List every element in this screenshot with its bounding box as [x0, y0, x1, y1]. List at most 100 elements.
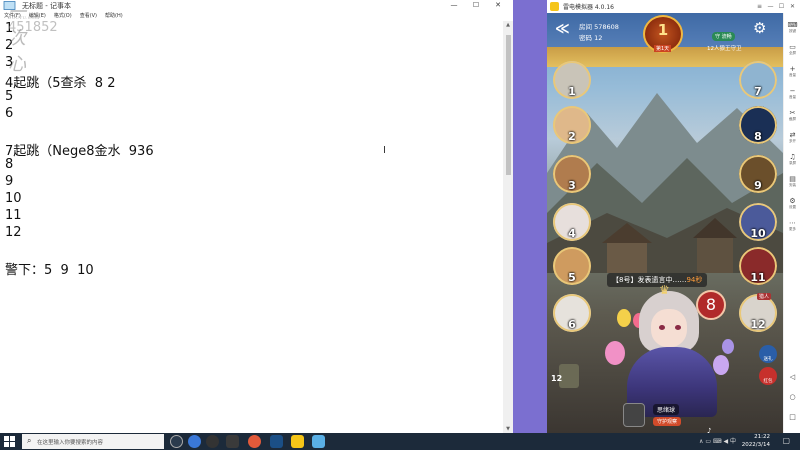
nav-recents-button[interactable]: □ — [784, 413, 800, 421]
obs-icon[interactable] — [206, 435, 219, 448]
countdown-seconds: 94秒 — [686, 276, 703, 284]
volume-down-button[interactable]: − 音量 — [784, 87, 800, 99]
side-action-icons: 送礼 红包 — [759, 345, 781, 389]
player-seat-3[interactable]: 3 — [553, 155, 591, 193]
emulator-titlebar[interactable]: 雷电模拟器 4.0.16 ≡ — ☐ ✕ — [547, 0, 800, 13]
close-button[interactable]: ✕ — [487, 0, 509, 11]
crown-icon: ♛ — [659, 283, 670, 297]
menu-button[interactable]: ≡ — [754, 0, 765, 13]
balloon-icon — [713, 355, 729, 375]
emulator-title: 雷电模拟器 4.0.16 — [563, 4, 614, 11]
tray-icons[interactable]: ∧ ▭ ⌨ ◀ 中 — [699, 436, 736, 445]
multi-instance-button[interactable]: ⇄ 多开 — [784, 131, 800, 143]
minimize-button[interactable]: — — [765, 0, 776, 13]
install-button[interactable]: ▤ 安装 — [784, 175, 800, 187]
seat-number: 2 — [568, 130, 576, 143]
keyboard-icon: ⌨ — [787, 21, 798, 29]
game-viewport[interactable]: ≪ 房间 578608 密码 12 1 第1天 守 流畅 12人狼王守卫 ⚙ 1… — [547, 13, 783, 433]
seat-number: 12 — [750, 318, 766, 331]
install-icon: ▤ — [789, 175, 796, 183]
steam-icon[interactable] — [270, 435, 283, 448]
item-slot[interactable] — [623, 403, 645, 427]
room-number: 房间 578608 — [579, 23, 619, 31]
multi-instance-icon: ⇄ — [789, 131, 796, 139]
taskbar-search-box[interactable]: ⌕ 在这里输入你要搜索的内容 — [22, 434, 164, 449]
menu-view[interactable]: 查看(V) — [80, 11, 97, 21]
red-app-icon[interactable] — [248, 435, 261, 448]
role-tag: 猎人 — [757, 293, 772, 300]
text-line: 10 — [5, 191, 22, 206]
volume-up-label: 音量 — [789, 73, 796, 77]
scroll-up-icon[interactable]: ▲ — [503, 21, 513, 29]
vertical-scrollbar[interactable]: ▲ ▼ — [503, 21, 513, 433]
balloon-icon — [605, 341, 625, 365]
player-seat-9[interactable]: 9 — [739, 155, 777, 193]
red-packet-label: 红包 — [763, 379, 773, 384]
scrollbar-thumb[interactable] — [506, 35, 511, 175]
emulator-toolbar: ⌨ 按键 ▭ 全屏 + 音量 − 音量 ✂ 截屏 ⇄ 多开 ♫ 录屏 ▤ 安装 — [783, 13, 800, 433]
speaking-seat-badge: 8 — [696, 290, 726, 320]
gear-icon[interactable]: ⚙ — [753, 19, 766, 37]
windows-start-icon[interactable] — [4, 436, 15, 447]
player-seat-7[interactable]: 7 — [739, 61, 777, 99]
settings-button[interactable]: ⚙ 设置 — [784, 197, 800, 209]
guard-watch-button[interactable]: 守护观察 — [653, 417, 682, 426]
player-seat-11[interactable]: 11 — [739, 247, 777, 285]
seat-number: 4 — [568, 227, 576, 240]
search-icon: ⌕ — [27, 436, 32, 445]
record-button[interactable]: ♫ 录屏 — [784, 153, 800, 165]
clock-time[interactable]: 21:22 — [754, 434, 770, 440]
close-button[interactable]: ✕ — [787, 0, 798, 13]
text-line: 警下：5 9 10 — [5, 263, 94, 278]
minimize-button[interactable]: — — [443, 0, 465, 11]
player-seat-8[interactable]: 8 — [739, 106, 777, 144]
settings-label: 设置 — [789, 205, 796, 209]
clock-date[interactable]: 2022/3/14 — [742, 442, 770, 448]
last-words-text: 【8号】发表遗言中…… — [612, 276, 687, 284]
browser-icon[interactable] — [188, 435, 201, 448]
notification-icon[interactable]: ▢ — [782, 436, 790, 445]
day-tag: 第1天 — [654, 45, 672, 52]
menu-help[interactable]: 帮助(H) — [105, 11, 123, 21]
player-seat-2[interactable]: 2 — [553, 106, 591, 144]
fullscreen-button[interactable]: ▭ 全屏 — [784, 43, 800, 55]
text-line: 12 — [5, 225, 22, 240]
text-line: 7起跳（Nege8金水 936 — [5, 144, 154, 159]
text-editor-area[interactable]: 1 2 3 4起跳（5查杀 8 2 5 6 7起跳（Nege8金水 936 8 … — [0, 21, 503, 433]
ldplayer-icon[interactable] — [291, 435, 304, 448]
player-count: 12 — [551, 374, 563, 383]
room-password: 密码 12 — [579, 34, 603, 42]
gift-label: 送礼 — [763, 357, 773, 362]
character-face — [651, 309, 687, 347]
maximize-button[interactable]: ☐ — [776, 0, 787, 13]
red-packet-icon[interactable]: 红包 — [759, 367, 777, 385]
notepad-app-icon[interactable] — [312, 435, 325, 448]
scissors-icon: ✂ — [789, 109, 796, 117]
seat-number: 3 — [568, 179, 576, 192]
scroll-down-icon[interactable]: ▼ — [503, 425, 513, 433]
windows-taskbar: ⌕ 在这里输入你要搜索的内容 ∧ ▭ ⌨ ◀ 中 21:22 2022/3/14… — [0, 433, 800, 450]
maximize-button[interactable]: ☐ — [465, 0, 487, 11]
task-view-icon[interactable] — [170, 435, 183, 448]
game-app-icon[interactable] — [226, 435, 239, 448]
keymap-button[interactable]: ⌨ 按键 — [784, 21, 800, 33]
nav-back-button[interactable]: ◁ — [784, 373, 800, 381]
text-line: 11 — [5, 208, 22, 223]
search-placeholder: 在这里输入你要搜索的内容 — [37, 440, 104, 446]
player-seat-1[interactable]: 1 — [553, 61, 591, 99]
screenshot-button[interactable]: ✂ 截屏 — [784, 109, 800, 121]
player-seat-4[interactable]: 4 — [553, 203, 591, 241]
player-seat-5[interactable]: 5 — [553, 247, 591, 285]
volume-up-button[interactable]: + 音量 — [784, 65, 800, 77]
more-button[interactable]: ⋯ 更多 — [784, 219, 800, 231]
volume-down-icon: − — [789, 87, 796, 95]
seat-number: 8 — [754, 130, 762, 143]
gift-icon[interactable]: 送礼 — [759, 345, 777, 363]
player-seat-6[interactable]: 6 — [553, 294, 591, 332]
text-line: 8 — [5, 157, 14, 172]
player-seat-10[interactable]: 10 — [739, 203, 777, 241]
record-icon: ♫ — [789, 153, 796, 161]
nav-home-button[interactable]: ○ — [784, 393, 800, 401]
notepad-titlebar[interactable]: 无标题 - 记事本 — ☐ ✕ — [0, 0, 513, 11]
back-button[interactable]: ≪ — [555, 21, 570, 37]
